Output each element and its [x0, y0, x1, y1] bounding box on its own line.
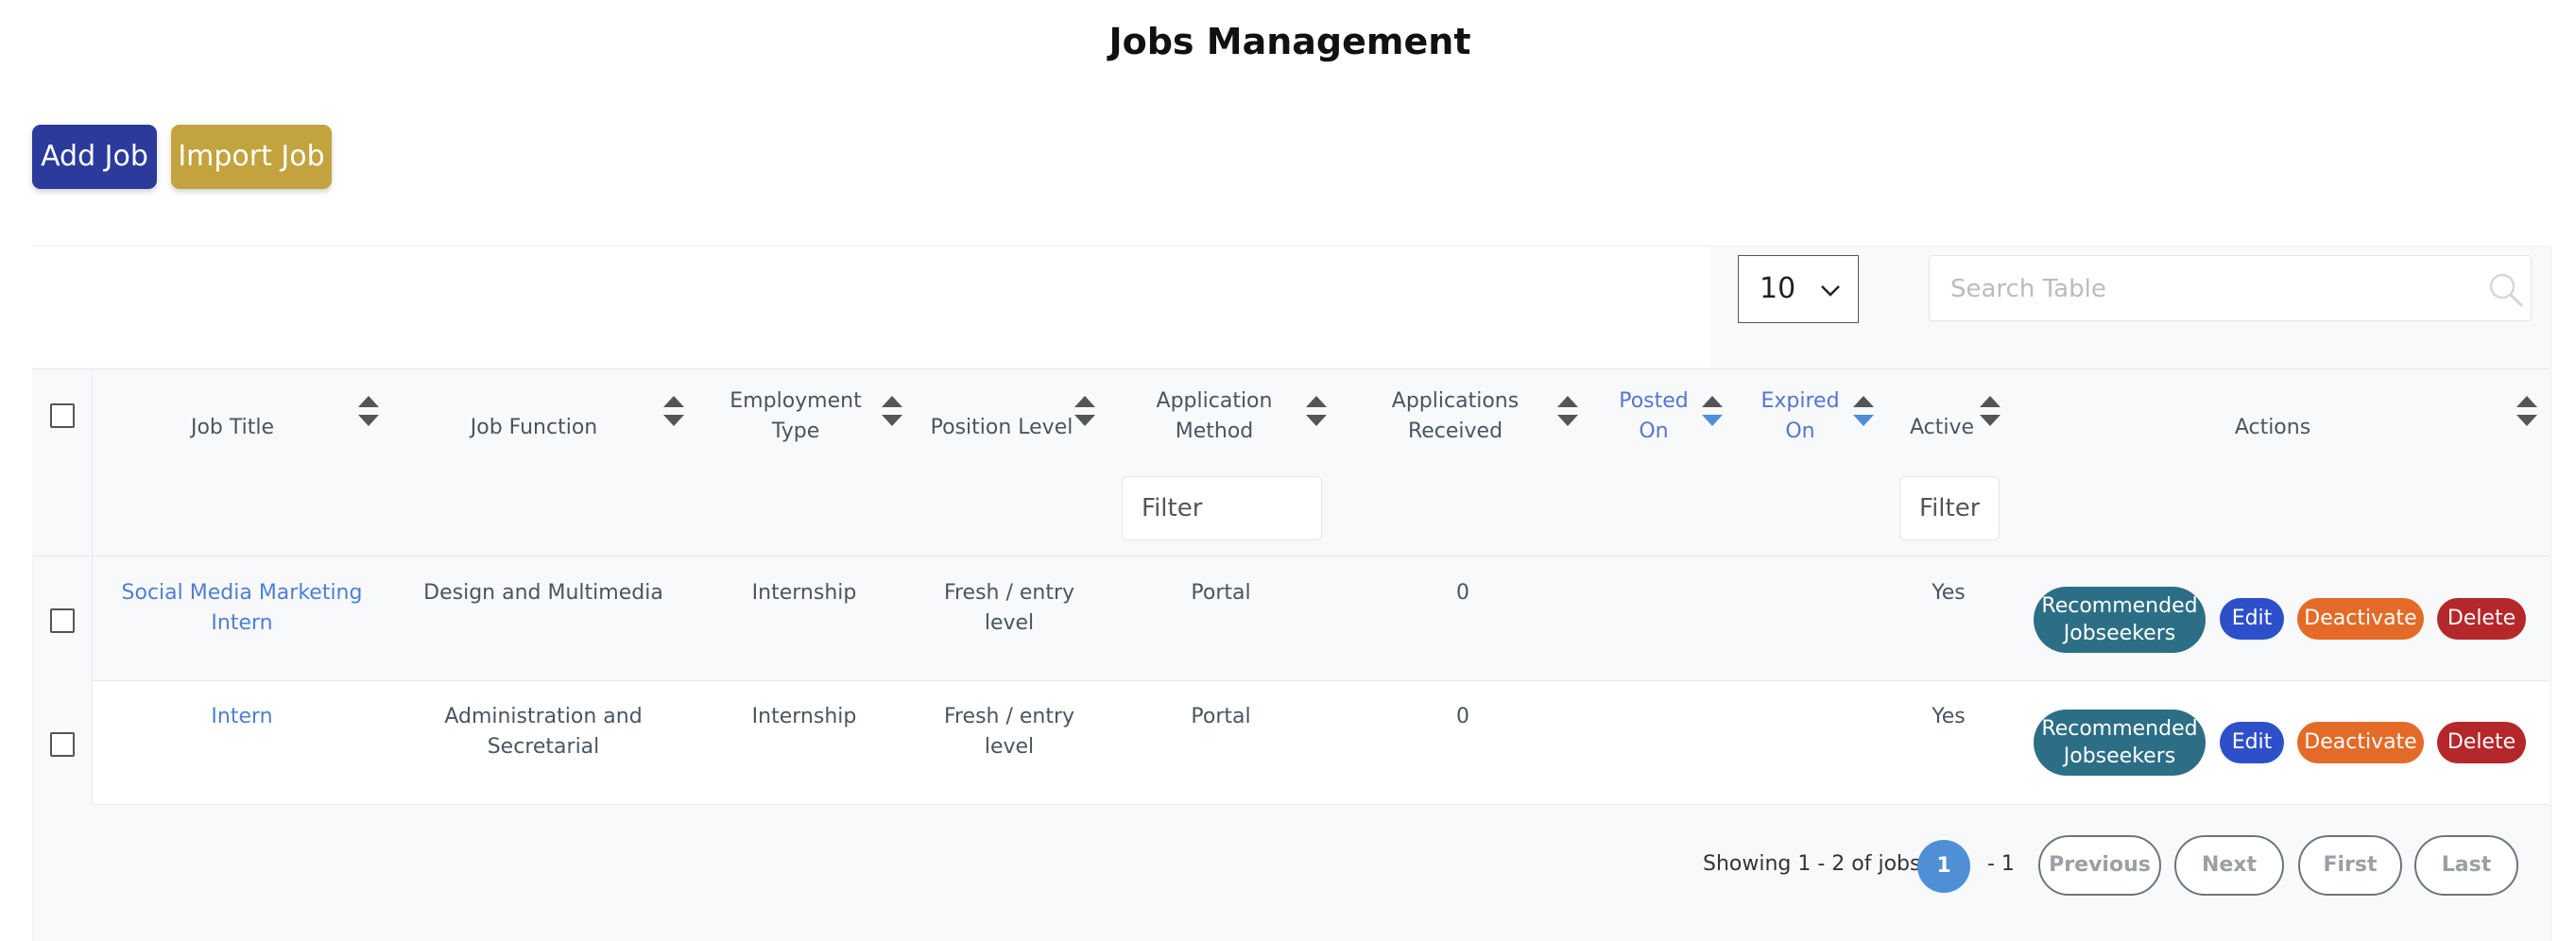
col-position-level[interactable]: Position Level: [926, 413, 1077, 443]
chevron-down-icon: [1821, 285, 1840, 297]
showing-count: Showing 1 - 2 of jobs: [1703, 852, 1921, 876]
col-job-title[interactable]: Job Title: [138, 413, 327, 443]
delete-button[interactable]: Delete: [2437, 722, 2526, 763]
col-expired-on[interactable]: Expired On: [1758, 386, 1843, 447]
select-all-checkbox[interactable]: [50, 403, 75, 428]
sort-position-level-icon[interactable]: [1073, 395, 1096, 427]
page: Jobs Management Add Job Import Job 10 Jo…: [0, 0, 2576, 941]
sort-expired-on-icon[interactable]: [1852, 395, 1875, 427]
page-1-button[interactable]: 1: [1917, 840, 1970, 893]
recommended-jobseekers-button[interactable]: Recommended Jobseekers: [2034, 710, 2206, 776]
previous-page-button[interactable]: Previous: [2038, 835, 2161, 896]
position-level-cell: Fresh / entry level: [943, 705, 1075, 759]
sort-job-title-icon[interactable]: [357, 395, 380, 427]
next-page-button[interactable]: Next: [2174, 835, 2284, 896]
col-active[interactable]: Active: [1899, 413, 1984, 443]
search-box: [1929, 255, 2532, 321]
table-header: [32, 368, 2550, 462]
row-checkbox[interactable]: [50, 732, 75, 757]
sort-application-method-icon[interactable]: [1305, 395, 1328, 427]
search-icon[interactable]: [2487, 271, 2525, 309]
sort-actions-icon[interactable]: [2516, 395, 2538, 427]
row-checkbox[interactable]: [50, 608, 75, 633]
col-employment-type[interactable]: Employment Type: [720, 386, 871, 447]
employment-type-cell: Internship: [751, 705, 857, 728]
application-method-cell: Portal: [1191, 705, 1251, 728]
active-filter-input[interactable]: [1899, 476, 2000, 540]
edit-button[interactable]: Edit: [2220, 722, 2284, 763]
col-application-method[interactable]: Application Method: [1143, 386, 1285, 447]
application-method-cell: Portal: [1191, 581, 1251, 605]
active-cell: Yes: [1932, 581, 1966, 605]
deactivate-button[interactable]: Deactivate: [2297, 722, 2424, 763]
per-page-select[interactable]: 10: [1738, 255, 1859, 323]
last-page-button[interactable]: Last: [2414, 835, 2518, 896]
position-level-cell: Fresh / entry level: [943, 581, 1075, 635]
table-panel-top: [32, 246, 1710, 368]
delete-button[interactable]: Delete: [2437, 598, 2526, 640]
applications-received-cell: 0: [1456, 581, 1469, 605]
col-applications-received[interactable]: Applications Received: [1380, 386, 1531, 447]
page-total: - 1: [1987, 852, 2015, 876]
sort-applications-received-icon[interactable]: [1556, 395, 1579, 427]
application-method-filter-input[interactable]: [1122, 476, 1322, 540]
employment-type-cell: Internship: [751, 581, 857, 605]
job-function-cell: Design and Multimedia: [423, 581, 663, 605]
col-posted-on[interactable]: Posted On: [1611, 386, 1696, 447]
import-job-button[interactable]: Import Job: [171, 125, 332, 189]
sort-active-icon[interactable]: [1979, 395, 2001, 427]
active-cell: Yes: [1932, 705, 1966, 728]
deactivate-button[interactable]: Deactivate: [2297, 598, 2424, 640]
job-title-link[interactable]: Social Media Marketing Intern: [119, 578, 365, 639]
search-input[interactable]: [1949, 267, 2482, 311]
sort-job-function-icon[interactable]: [662, 395, 685, 427]
recommended-jobseekers-button[interactable]: Recommended Jobseekers: [2034, 587, 2206, 653]
per-page-value: 10: [1760, 272, 1796, 305]
col-job-function[interactable]: Job Function: [439, 413, 628, 443]
job-function-cell: Administration and Secretarial: [444, 705, 643, 759]
first-page-button[interactable]: First: [2298, 835, 2402, 896]
add-job-button[interactable]: Add Job: [32, 125, 157, 189]
sort-posted-on-icon[interactable]: [1701, 395, 1724, 427]
job-title-link[interactable]: Intern: [119, 702, 365, 732]
col-actions[interactable]: Actions: [2178, 413, 2367, 443]
edit-button[interactable]: Edit: [2220, 598, 2284, 640]
applications-received-cell: 0: [1456, 705, 1469, 728]
page-title: Jobs Management: [1108, 21, 1471, 62]
sort-employment-type-icon[interactable]: [881, 395, 903, 427]
